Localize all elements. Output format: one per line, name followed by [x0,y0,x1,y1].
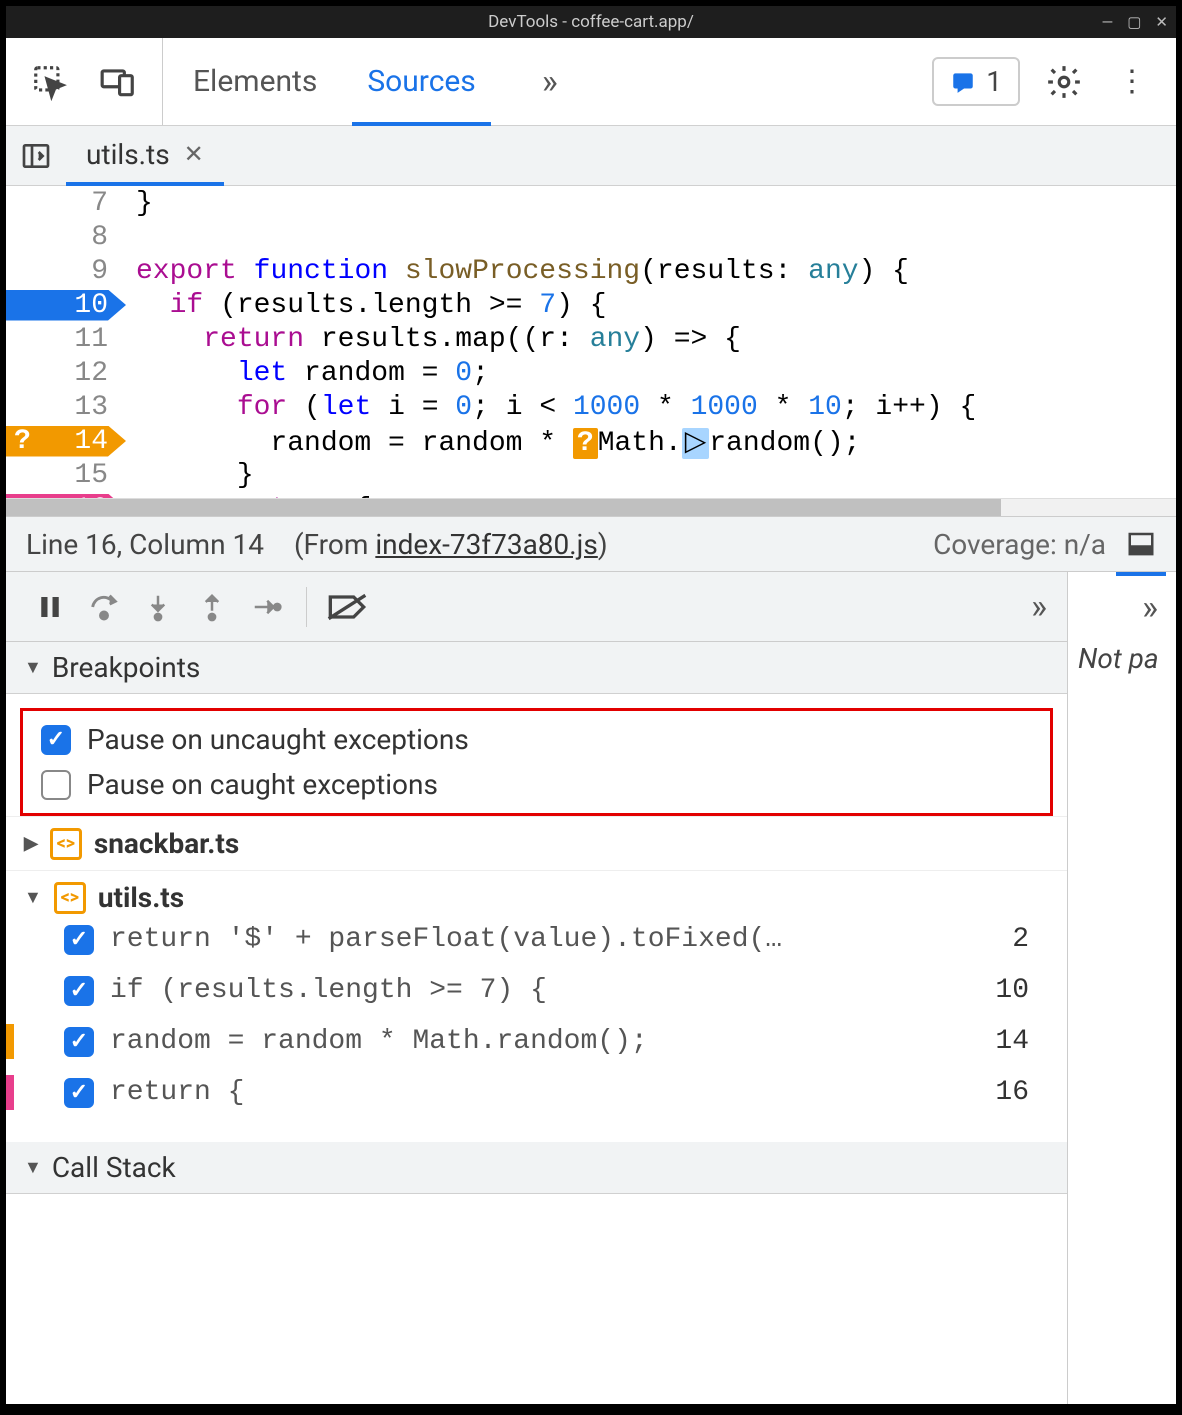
source-link[interactable]: index-73f73a80.js [375,528,597,561]
more-panels-icon[interactable]: » [1142,588,1158,628]
code-line[interactable]: 9export function slowProcessing(results:… [6,254,1176,288]
coverage-label: Coverage: n/a [933,528,1106,561]
issues-count: 1 [986,65,1002,98]
inspect-icon[interactable] [26,58,74,106]
breakpoint-item[interactable]: random = random * Math.random(); 14 [24,1016,1049,1067]
breakpoint-file-name: utils.ts [98,881,184,914]
breakpoint-checkbox[interactable] [64,1078,94,1108]
chevron-icon: ▶ [24,833,38,854]
minimize-icon[interactable]: — [1102,13,1114,31]
pause-caught-label: Pause on caught exceptions [87,768,438,801]
step-over-icon[interactable] [80,583,128,631]
device-icon[interactable] [94,58,142,106]
code-editor[interactable]: 7}89export function slowProcessing(resul… [6,186,1176,516]
code-line[interactable]: 10 if (results.length >= 7) { [6,288,1176,322]
code-line[interactable]: 13 for (let i = 0; i < 1000 * 1000 * 10;… [6,390,1176,424]
line-number[interactable]: 10 [6,290,126,321]
breakpoint-text: if (results.length >= 7) { [110,975,547,1006]
file-tab-label: utils.ts [86,138,170,171]
issues-badge[interactable]: 1 [932,57,1020,106]
breakpoint-line: 10 [995,975,1049,1006]
callstack-header[interactable]: ▼ Call Stack [6,1142,1067,1194]
line-number[interactable]: 9 [6,256,126,287]
code-line[interactable]: 14 random = random * ?Math.▷random(); [6,424,1176,458]
breakpoints-header[interactable]: ▼ Breakpoints [6,642,1067,694]
line-number[interactable]: 11 [6,324,126,355]
line-number[interactable]: 8 [6,222,126,253]
step-out-icon[interactable] [188,583,236,631]
tab-sources[interactable]: Sources [367,38,475,125]
horizontal-scrollbar[interactable] [6,498,1176,516]
status-bar: Line 16, Column 14 (From index-73f73a80.… [6,516,1176,572]
code-text: export function slowProcessing(results: … [126,256,909,287]
breakpoint-checkbox[interactable] [64,925,94,955]
code-line[interactable]: 8 [6,220,1176,254]
breakpoint-text: return '$' + parseFloat(value).toFixed(… [110,924,782,955]
line-number[interactable]: 15 [6,460,126,491]
file-tab-utils[interactable]: utils.ts ✕ [66,127,224,186]
window-titlebar: DevTools - coffee-cart.app/ — ▢ ✕ [6,6,1176,38]
breakpoint-line: 14 [995,1026,1049,1057]
breakpoint-checkbox[interactable] [64,976,94,1006]
maximize-icon[interactable]: ▢ [1127,13,1141,31]
kebab-icon[interactable]: ⋮ [1108,58,1156,106]
breakpoint-checkbox[interactable] [64,1027,94,1057]
code-text: if (results.length >= 7) { [126,290,607,321]
pause-uncaught-checkbox[interactable] [41,725,71,755]
chevron-down-icon: ▼ [24,657,42,678]
collapse-icon[interactable] [1126,529,1156,559]
line-number[interactable]: 14 [6,426,126,457]
code-line[interactable]: 12 let random = 0; [6,356,1176,390]
debugger-status-text: Not pa [1078,642,1166,675]
step-into-icon[interactable] [134,583,182,631]
code-text: random = random * ?Math.▷random(); [126,424,860,459]
breakpoint-line: 16 [995,1077,1049,1108]
code-text: return results.map((r: any) => { [126,324,741,355]
breakpoint-text: random = random * Math.random(); [110,1026,648,1057]
code-line[interactable]: 15 } [6,458,1176,492]
file-tabs: utils.ts ✕ [6,126,1176,186]
code-text: } [126,460,254,491]
code-line[interactable]: 7} [6,186,1176,220]
breakpoint-item[interactable]: if (results.length >= 7) { 10 [24,965,1049,1016]
source-from: (From index-73f73a80.js) [294,528,608,561]
code-text: } [126,188,153,219]
pause-icon[interactable] [26,583,74,631]
close-tab-icon[interactable]: ✕ [184,140,204,168]
code-text: let random = 0; [126,358,489,389]
breakpoint-file-header[interactable]: ▼ <> utils.ts [24,881,1049,914]
breakpoint-line: 2 [1012,924,1049,955]
file-icon: <> [50,828,82,860]
gear-icon[interactable] [1040,58,1088,106]
tab-elements[interactable]: Elements [193,38,317,125]
debugger-toolbar: » [6,572,1067,642]
window-title: DevTools - coffee-cart.app/ [488,12,694,32]
pause-uncaught-label: Pause on uncaught exceptions [87,723,469,756]
more-debug-icon[interactable]: » [1031,587,1047,627]
cursor-position: Line 16, Column 14 [26,528,264,561]
line-number[interactable]: 7 [6,188,126,219]
code-text: for (let i = 0; i < 1000 * 1000 * 10; i+… [126,392,976,423]
breakpoint-text: return { [110,1077,244,1108]
pause-caught-checkbox[interactable] [41,770,71,800]
debugger-side-panel: » Not pa [1068,572,1176,1404]
breakpoint-item[interactable]: return '$' + parseFloat(value).toFixed(…… [24,914,1049,965]
code-line[interactable]: 11 return results.map((r: any) => { [6,322,1176,356]
file-icon: <> [54,882,86,914]
panel-toggle-icon[interactable] [6,140,66,172]
chevron-icon: ▼ [24,887,42,908]
breakpoint-item[interactable]: return { 16 [24,1067,1049,1118]
chevron-down-icon: ▼ [24,1157,42,1178]
main-toolbar: Elements Sources » 1 ⋮ [6,38,1176,126]
more-tabs-icon[interactable]: » [526,58,574,106]
exception-options-highlight: Pause on uncaught exceptions Pause on ca… [20,708,1053,816]
breakpoint-file-header[interactable]: ▶ <> snackbar.ts [24,827,1049,860]
disable-breakpoints-icon[interactable] [323,583,371,631]
line-number[interactable]: 13 [6,392,126,423]
step-icon[interactable] [242,583,290,631]
line-number[interactable]: 12 [6,358,126,389]
close-icon[interactable]: ✕ [1155,13,1168,31]
breakpoint-file-name: snackbar.ts [94,827,239,860]
